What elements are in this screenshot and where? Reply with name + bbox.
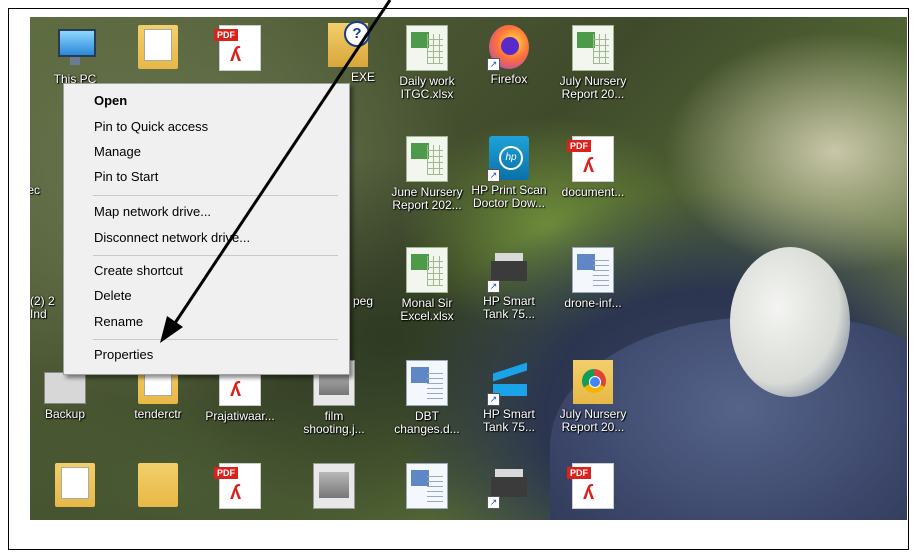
printer-icon: ↗ <box>487 247 529 293</box>
desktop-icon-document-pdf[interactable]: PDF ʎ document... <box>554 136 632 199</box>
desktop-icon-dbt-changes[interactable]: DBT changes.d... <box>388 360 466 436</box>
desktop-icon-hp-smart-tank-1[interactable]: ↗ HP Smart Tank 75... <box>470 247 548 321</box>
desktop-icon-hp-smart-tank-2[interactable]: ↗ HP Smart Tank 75... <box>470 360 548 434</box>
desktop-icon-monal-sir[interactable]: Monal Sir Excel.xlsx <box>388 247 466 323</box>
desktop-icon-row5-3[interactable]: PDF ʎ <box>201 463 279 509</box>
desktop-icon-june-nursery[interactable]: June Nursery Report 202... <box>388 136 466 212</box>
shortcut-arrow-icon: ↗ <box>487 58 500 71</box>
desktop-icon-row5-5[interactable] <box>388 463 466 509</box>
excel-file-icon <box>406 247 448 293</box>
menu-separator <box>93 339 338 340</box>
desktop-icon-drone-info[interactable]: drone-inf... <box>554 247 632 310</box>
desktop-icon-row5-2[interactable] <box>119 463 197 507</box>
shortcut-arrow-icon: ↗ <box>487 393 500 406</box>
excel-file-icon <box>406 136 448 182</box>
desktop-icon-row5-6[interactable]: ↗ <box>470 463 548 509</box>
pdf-icon: PDF ʎ <box>567 136 614 182</box>
desktop-icon-pdf-1[interactable]: PDF ʎ <box>201 25 279 71</box>
pdf-icon: PDF ʎ <box>567 463 614 509</box>
pdf-icon: PDF ʎ <box>214 25 261 71</box>
pdf-folder-icon <box>138 25 178 69</box>
shortcut-arrow-icon: ↗ <box>487 169 500 182</box>
menu-item-properties[interactable]: Properties <box>65 343 348 367</box>
desktop-icon-daily-work[interactable]: Daily work ITGC.xlsx <box>388 25 466 101</box>
menu-item-open[interactable]: Open <box>65 89 348 113</box>
desktop-icon-july-nursery-2[interactable]: July Nursery Report 20... <box>554 360 632 434</box>
desktop-icon-this-pc[interactable]: This PC <box>36 25 114 86</box>
excel-file-icon <box>406 25 448 71</box>
menu-item-delete[interactable]: Delete <box>65 284 348 308</box>
this-pc-icon <box>55 25 96 69</box>
context-menu: Open Pin to Quick access Manage Pin to S… <box>63 83 350 375</box>
menu-item-disconnect-network-drive[interactable]: Disconnect network drive... <box>65 226 348 250</box>
desktop-icon-help-folder[interactable]: ? EXE <box>309 21 387 84</box>
word-file-icon <box>572 247 614 293</box>
help-folder-icon: ? <box>328 21 370 67</box>
hp-print-scan-doctor-icon: hp ↗ <box>487 136 529 182</box>
image-file-icon <box>313 463 355 509</box>
excel-file-icon <box>572 25 614 71</box>
desktop-icon-row5-7[interactable]: PDF ʎ <box>554 463 632 509</box>
menu-item-rename[interactable]: Rename <box>65 310 348 334</box>
desktop-icon-row5-1[interactable] <box>36 463 114 507</box>
menu-item-map-network-drive[interactable]: Map network drive... <box>65 200 348 224</box>
pdf-icon: PDF ʎ <box>214 463 261 509</box>
shortcut-arrow-icon: ↗ <box>487 496 500 509</box>
desktop-icon-hp-print-scan-doctor[interactable]: hp ↗ HP Print Scan Doctor Dow... <box>470 136 548 210</box>
desktop-icon-pdf-folder[interactable] <box>119 25 197 69</box>
menu-separator <box>93 255 338 256</box>
menu-item-create-shortcut[interactable]: Create shortcut <box>65 259 348 283</box>
scanner-icon: ↗ <box>487 360 529 406</box>
desktop-icon-july-nursery-1[interactable]: July Nursery Report 20... <box>554 25 632 101</box>
firefox-icon: ↗ <box>487 25 529 71</box>
chrome-folder-icon <box>573 360 613 404</box>
word-file-icon <box>406 360 448 406</box>
menu-separator <box>93 195 338 196</box>
wallpaper-bird-patch <box>730 247 850 397</box>
menu-item-manage[interactable]: Manage <box>65 140 348 164</box>
word-file-icon <box>406 463 448 509</box>
drive-icon <box>44 372 86 404</box>
printer-icon: ↗ <box>487 463 529 509</box>
folder-icon <box>55 463 95 507</box>
desktop-icon-firefox[interactable]: ↗ Firefox <box>470 25 548 86</box>
shortcut-arrow-icon: ↗ <box>487 280 500 293</box>
folder-icon <box>138 463 178 507</box>
menu-item-pin-to-quick-access[interactable]: Pin to Quick access <box>65 115 348 139</box>
menu-item-pin-to-start[interactable]: Pin to Start <box>65 165 348 189</box>
desktop-icon-row5-4[interactable] <box>295 463 373 509</box>
